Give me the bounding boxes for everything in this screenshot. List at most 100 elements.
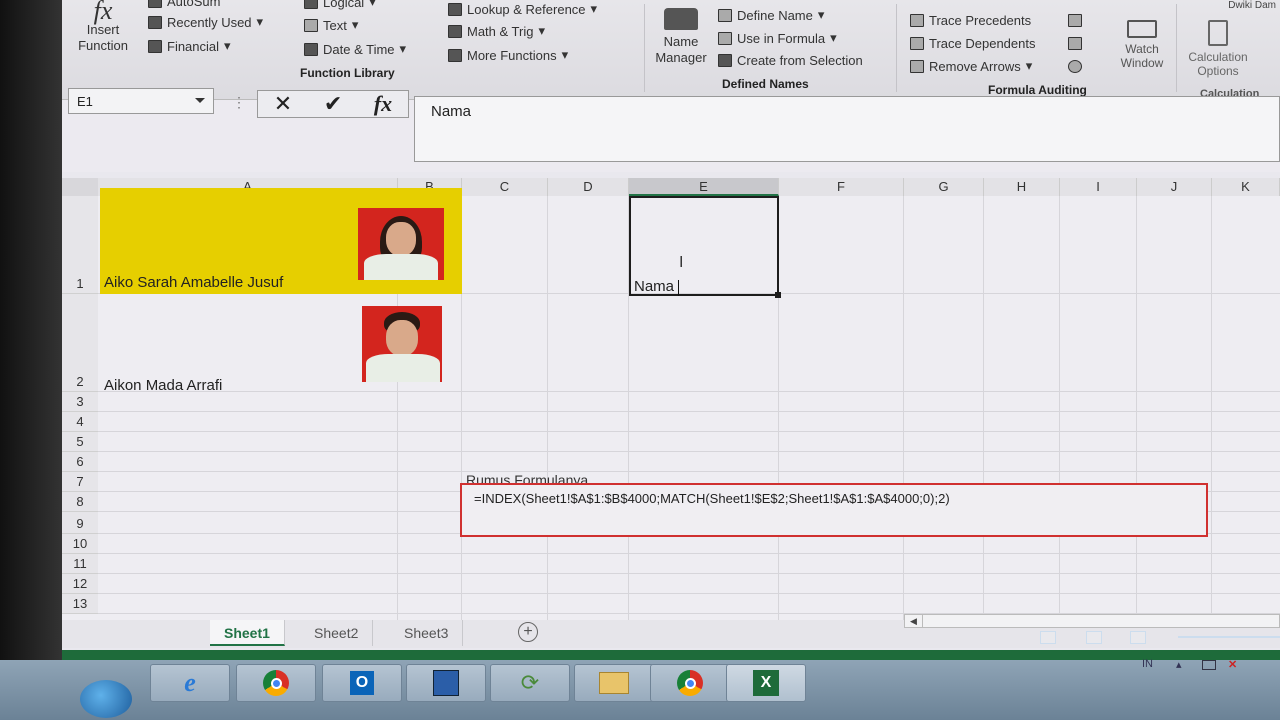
column-header-j[interactable]: J [1137, 178, 1212, 196]
formula-auditing-group-label: Formula Auditing [988, 83, 1087, 97]
column-gridline [1211, 196, 1212, 620]
trace-dependents-button[interactable]: Trace Dependents [910, 36, 1035, 51]
normal-view-icon[interactable] [1040, 631, 1056, 644]
taskbar-internet-explorer[interactable]: e [150, 664, 230, 702]
taskbar-outlook[interactable]: O [322, 664, 402, 702]
scroll-left-icon[interactable]: ◀ [905, 615, 923, 627]
start-button[interactable] [80, 680, 132, 718]
text-button[interactable]: Text ▾ [304, 17, 358, 33]
row-header-5[interactable]: 5 [62, 432, 98, 452]
recently-used-button[interactable]: Recently Used ▾ [148, 14, 263, 30]
name-manager-button[interactable]: Name Manager [648, 8, 714, 66]
formula-text-box[interactable]: =INDEX(Sheet1!$A$1:$B$4000;MATCH(Sheet1!… [460, 483, 1208, 537]
trace-precedents-button[interactable]: Trace Precedents [910, 13, 1031, 28]
taskbar-calculator-app[interactable] [406, 664, 486, 702]
formula-input[interactable]: Nama [414, 96, 1280, 162]
user-name: Dwiki Dam [1228, 0, 1276, 11]
student-photo-2[interactable] [362, 306, 442, 382]
page-layout-view-icon[interactable] [1086, 631, 1102, 644]
column-header-d[interactable]: D [548, 178, 629, 196]
taskbar-chrome[interactable] [236, 664, 316, 702]
row-header-9[interactable]: 9 [62, 512, 98, 534]
create-from-selection-button[interactable]: Create from Selection [718, 53, 863, 68]
cell-a2[interactable]: Aikon Mada Arrafi [104, 377, 222, 394]
lookup-reference-button[interactable]: Lookup & Reference ▾ [448, 1, 597, 17]
show-formulas-button[interactable] [1068, 14, 1082, 27]
row-header-1[interactable]: 1 [62, 196, 98, 294]
student-photo-1[interactable] [358, 208, 444, 280]
calculation-options-button[interactable]: Calculation Options [1180, 20, 1256, 78]
column-header-e[interactable]: E [629, 178, 779, 196]
column-header-c[interactable]: C [462, 178, 548, 196]
column-header-k[interactable]: K [1212, 178, 1280, 196]
sheet-tab-sheet3[interactable]: Sheet3 [390, 620, 464, 646]
remove-arrows-button[interactable]: Remove Arrows ▾ [910, 58, 1032, 74]
evaluate-formula-button[interactable] [1068, 60, 1082, 73]
row-header-4[interactable]: 4 [62, 412, 98, 432]
use-in-formula-label: Use in Formula [737, 30, 826, 46]
taskbar-file-explorer[interactable] [574, 664, 654, 702]
insert-function-icon[interactable]: fx [374, 91, 392, 117]
row-header-11[interactable]: 11 [62, 554, 98, 574]
outlook-icon: O [350, 671, 374, 695]
dropdown-icon: ▾ [561, 47, 569, 62]
row-header-12[interactable]: 12 [62, 574, 98, 594]
row-header-6[interactable]: 6 [62, 452, 98, 472]
network-icon[interactable] [1202, 660, 1216, 670]
enter-icon[interactable]: ✔ [324, 91, 342, 117]
more-functions-button[interactable]: More Functions ▾ [448, 47, 568, 63]
taskbar-excel[interactable]: X [726, 664, 806, 702]
watch-window-button[interactable]: Watch Window [1110, 20, 1174, 70]
row-header-8[interactable]: 8 [62, 492, 98, 512]
column-header-h[interactable]: H [984, 178, 1060, 196]
column-header-g[interactable]: G [904, 178, 984, 196]
action-center-icon[interactable]: ✕ [1228, 658, 1237, 671]
drag-handle-icon[interactable]: ⋮ [232, 94, 246, 111]
calculator-icon [1208, 20, 1228, 46]
math-trig-button[interactable]: Math & Trig ▾ [448, 23, 545, 39]
select-all-corner[interactable] [62, 178, 98, 196]
define-name-label: Define Name [737, 7, 813, 23]
error-checking-button[interactable] [1068, 37, 1082, 50]
dropdown-icon: ▾ [256, 14, 264, 29]
page-break-view-icon[interactable] [1130, 631, 1146, 644]
row-gridline [98, 451, 1280, 452]
autosum-button[interactable]: AutoSum [148, 0, 220, 9]
cancel-icon[interactable]: ✕ [274, 91, 292, 117]
define-name-icon [718, 8, 732, 22]
horizontal-scrollbar[interactable]: ◀ [904, 614, 1280, 628]
financial-icon [148, 39, 162, 53]
row-header-13[interactable]: 13 [62, 594, 98, 614]
chevron-down-icon[interactable] [195, 98, 205, 103]
add-sheet-icon[interactable]: + [518, 622, 538, 642]
define-name-button[interactable]: Define Name ▾ [718, 7, 824, 23]
watch-window-label-2: Window [1120, 56, 1164, 70]
cell-e1[interactable]: Nama [634, 278, 674, 295]
use-in-formula-button[interactable]: Use in Formula ▾ [718, 30, 837, 46]
row-header-7[interactable]: 7 [62, 472, 98, 492]
taskbar-sync-app[interactable]: ⟳ [490, 664, 570, 702]
row-header-3[interactable]: 3 [62, 392, 98, 412]
sheet-tab-sheet1[interactable]: Sheet1 [210, 620, 285, 646]
logical-button[interactable]: Logical ▾ [304, 0, 376, 10]
column-header-i[interactable]: I [1060, 178, 1137, 196]
row-header-10[interactable]: 10 [62, 534, 98, 554]
name-box-value: E1 [77, 94, 93, 109]
date-time-button[interactable]: Date & Time ▾ [304, 41, 406, 57]
name-box[interactable]: E1 [68, 88, 214, 114]
cell-a1[interactable]: Aiko Sarah Amabelle Jusuf [104, 274, 283, 291]
dropdown-icon: ▾ [817, 7, 825, 22]
worksheet-grid[interactable]: ABCDEFGHIJK 1 2 3 4 5 6 7 8 9 10 11 12 13 Aiko Sarah… [62, 178, 1280, 620]
tray-show-hidden-icon[interactable]: ▴ [1176, 658, 1182, 671]
tray-language[interactable]: IN [1142, 658, 1153, 670]
financial-button[interactable]: Financial ▾ [148, 38, 231, 54]
ribbon-separator [896, 4, 897, 92]
active-cell-e1[interactable]: I Nama [629, 196, 781, 298]
zoom-slider[interactable] [1178, 636, 1280, 638]
row-header-2[interactable]: 2 [62, 294, 98, 392]
column-header-f[interactable]: F [779, 178, 904, 196]
sheet-tab-sheet2[interactable]: Sheet2 [300, 620, 374, 646]
insert-function-button[interactable]: fx Insert Function [68, 0, 138, 54]
fill-handle[interactable] [775, 292, 781, 298]
taskbar-chrome-2[interactable] [650, 664, 730, 702]
